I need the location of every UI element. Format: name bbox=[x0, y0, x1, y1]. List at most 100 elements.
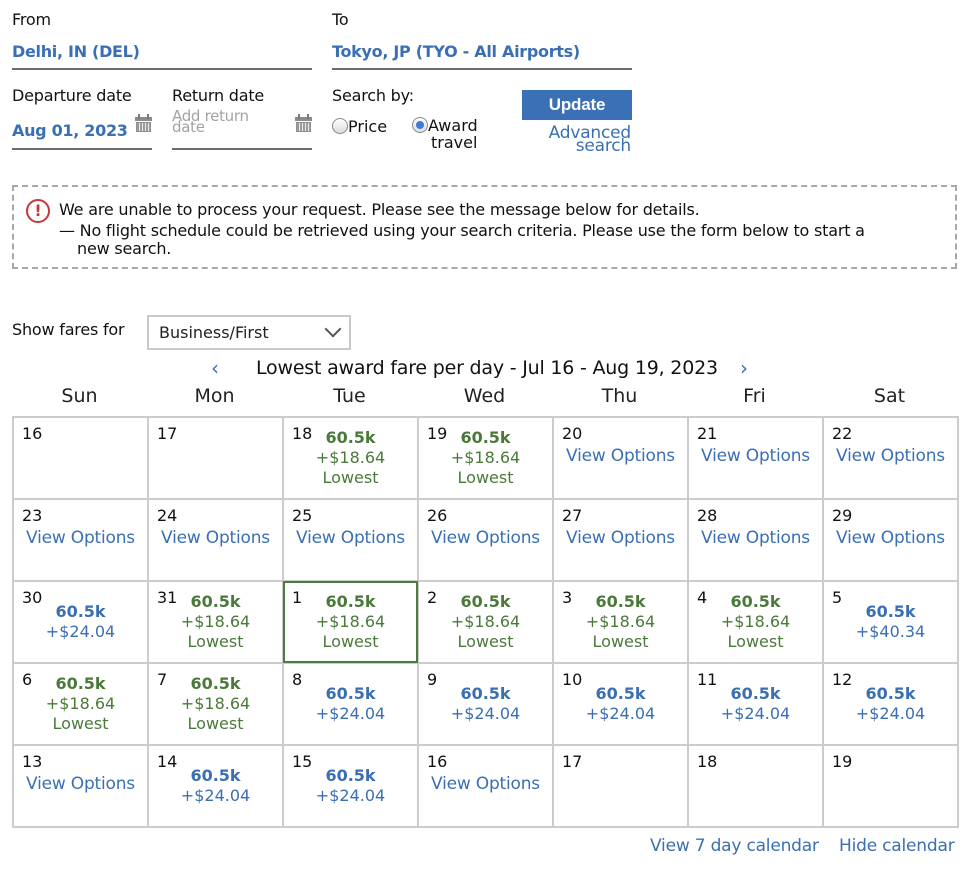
hide-calendar-link[interactable]: Hide calendar bbox=[839, 836, 955, 856]
alert-message: We are unable to process your request. P… bbox=[59, 200, 700, 219]
award-fare[interactable]: 60.5k +$24.04 bbox=[14, 602, 147, 642]
lowest-fare[interactable]: 60.5k +$18.64 Lowest bbox=[689, 592, 822, 652]
view-options-link[interactable]: View Options bbox=[419, 774, 552, 794]
show-fares-label: Show fares for bbox=[12, 320, 125, 339]
calendar-day-cell[interactable]: 25 View Options bbox=[282, 498, 419, 582]
calendar-day-cell[interactable]: 4 60.5k +$18.64 Lowest bbox=[687, 580, 824, 664]
calendar-day-cell[interactable]: 16 View Options bbox=[417, 744, 554, 828]
view-options-link[interactable]: View Options bbox=[284, 528, 417, 548]
lowest-fare[interactable]: 60.5k +$18.64 Lowest bbox=[419, 592, 552, 652]
lowest-fare[interactable]: 60.5k +$18.64 Lowest bbox=[284, 428, 417, 488]
calendar-week-row: 13 View Options 14 60.5k +$24.04 15 60.5k +$24.… bbox=[12, 744, 959, 828]
calendar-day-cell[interactable]: 14 60.5k +$24.04 bbox=[147, 744, 284, 828]
calendar-day-cell[interactable]: 15 60.5k +$24.04 bbox=[282, 744, 419, 828]
award-fare[interactable]: 60.5k +$24.04 bbox=[284, 766, 417, 806]
award-travel-radio[interactable] bbox=[412, 117, 428, 133]
view-options-link[interactable]: View Options bbox=[149, 528, 282, 548]
return-calendar-icon[interactable] bbox=[295, 114, 312, 132]
fare-tax: +$24.04 bbox=[855, 704, 926, 723]
weekday-tue: Tue bbox=[333, 385, 366, 407]
return-date-field[interactable]: Add return date bbox=[172, 109, 312, 150]
fare-tax: +$24.04 bbox=[585, 704, 656, 723]
view-options-link[interactable]: View Options bbox=[14, 774, 147, 794]
calendar-day-cell[interactable]: 8 60.5k +$24.04 bbox=[282, 662, 419, 746]
view-options-link[interactable]: View Options bbox=[689, 446, 822, 466]
calendar-day-cell[interactable]: 9 60.5k +$24.04 bbox=[417, 662, 554, 746]
day-number: 29 bbox=[832, 506, 853, 525]
fare-points: 60.5k bbox=[460, 684, 511, 703]
departure-date-label: Departure date bbox=[12, 86, 132, 105]
weekday-fri: Fri bbox=[743, 385, 766, 407]
lowest-fare[interactable]: 60.5k +$18.64 Lowest bbox=[284, 592, 417, 652]
view-options-link[interactable]: View Options bbox=[554, 528, 687, 548]
search-by-price-option[interactable]: Price bbox=[332, 117, 387, 136]
lowest-tag: Lowest bbox=[322, 632, 379, 651]
lowest-fare[interactable]: 60.5k +$18.64 Lowest bbox=[554, 592, 687, 652]
calendar-day-cell[interactable]: 7 60.5k +$18.64 Lowest bbox=[147, 662, 284, 746]
lowest-tag: Lowest bbox=[457, 468, 514, 487]
calendar-week-row: 6 60.5k +$18.64 Lowest 7 60.5k +$18.64 Lowest 8 6… bbox=[12, 662, 959, 746]
view-options-link[interactable]: View Options bbox=[419, 528, 552, 548]
view-options-link[interactable]: View Options bbox=[554, 446, 687, 466]
award-fare[interactable]: 60.5k +$24.04 bbox=[689, 684, 822, 724]
award-fare[interactable]: 60.5k +$24.04 bbox=[284, 684, 417, 724]
view-options-link[interactable]: View Options bbox=[14, 528, 147, 548]
update-button[interactable]: Update bbox=[522, 90, 632, 120]
from-field[interactable]: Delhi, IN (DEL) bbox=[12, 40, 312, 70]
fare-points: 60.5k bbox=[190, 592, 241, 611]
award-fare[interactable]: 60.5k +$40.34 bbox=[824, 602, 957, 642]
prev-month-button[interactable]: ‹ bbox=[211, 356, 219, 380]
calendar-day-cell[interactable]: 6 60.5k +$18.64 Lowest bbox=[12, 662, 149, 746]
calendar-day-cell[interactable]: 28 View Options bbox=[687, 498, 824, 582]
fare-points: 60.5k bbox=[325, 428, 376, 447]
calendar-day-cell[interactable]: 12 60.5k +$24.04 bbox=[822, 662, 959, 746]
view-options-link[interactable]: View Options bbox=[824, 446, 957, 466]
calendar-day-cell[interactable]: 21 View Options bbox=[687, 416, 824, 500]
advanced-search-link[interactable]: Advanced search bbox=[522, 125, 632, 155]
calendar-day-cell[interactable]: 10 60.5k +$24.04 bbox=[552, 662, 689, 746]
lowest-fare[interactable]: 60.5k +$18.64 Lowest bbox=[149, 674, 282, 734]
award-fare[interactable]: 60.5k +$24.04 bbox=[824, 684, 957, 724]
search-by-award-option[interactable]: Award travel bbox=[412, 117, 478, 151]
award-fare[interactable]: 60.5k +$24.04 bbox=[419, 684, 552, 724]
calendar-day-cell[interactable]: 13 View Options bbox=[12, 744, 149, 828]
calendar-day-cell[interactable]: 27 View Options bbox=[552, 498, 689, 582]
weekday-wed: Wed bbox=[463, 385, 506, 407]
award-fare[interactable]: 60.5k +$24.04 bbox=[149, 766, 282, 806]
fare-tax: +$18.64 bbox=[585, 612, 656, 631]
calendar-day-cell[interactable]: 19 60.5k +$18.64 Lowest bbox=[417, 416, 554, 500]
award-fare[interactable]: 60.5k +$24.04 bbox=[554, 684, 687, 724]
calendar-day-cell[interactable]: 20 View Options bbox=[552, 416, 689, 500]
calendar-day-cell[interactable]: 18 60.5k +$18.64 Lowest bbox=[282, 416, 419, 500]
calendar-day-cell[interactable]: 22 View Options bbox=[822, 416, 959, 500]
calendar-day-cell[interactable]: 3 60.5k +$18.64 Lowest bbox=[552, 580, 689, 664]
calendar-day-cell[interactable]: 23 View Options bbox=[12, 498, 149, 582]
day-number: 17 bbox=[562, 752, 583, 771]
lowest-tag: Lowest bbox=[187, 632, 244, 651]
departure-date-field[interactable]: Aug 01, 2023 bbox=[12, 112, 152, 150]
calendar-day-cell[interactable]: 24 View Options bbox=[147, 498, 284, 582]
from-label: From bbox=[12, 10, 51, 29]
fare-tax: +$18.64 bbox=[45, 694, 116, 713]
calendar-day-cell[interactable]: 5 60.5k +$40.34 bbox=[822, 580, 959, 664]
calendar-day-cell[interactable]: 11 60.5k +$24.04 bbox=[687, 662, 824, 746]
next-month-button[interactable]: › bbox=[740, 356, 748, 380]
lowest-tag: Lowest bbox=[727, 632, 784, 651]
view-options-link[interactable]: View Options bbox=[689, 528, 822, 548]
view-7-day-calendar-link[interactable]: View 7 day calendar bbox=[650, 836, 819, 856]
calendar-day-cell[interactable]: 2 60.5k +$18.64 Lowest bbox=[417, 580, 554, 664]
price-radio[interactable] bbox=[332, 118, 348, 134]
calendar-day-cell[interactable]: 26 View Options bbox=[417, 498, 554, 582]
calendar-day-cell[interactable]: 31 60.5k +$18.64 Lowest bbox=[147, 580, 284, 664]
departure-calendar-icon[interactable] bbox=[135, 114, 152, 132]
calendar-day-cell[interactable]: 1 60.5k +$18.64 Lowest bbox=[282, 580, 419, 664]
calendar-day-cell[interactable]: 29 View Options bbox=[822, 498, 959, 582]
lowest-fare[interactable]: 60.5k +$18.64 Lowest bbox=[419, 428, 552, 488]
lowest-fare[interactable]: 60.5k +$18.64 Lowest bbox=[149, 592, 282, 652]
view-options-link[interactable]: View Options bbox=[824, 528, 957, 548]
alert-detail-line1: — No flight schedule could be retrieved … bbox=[59, 221, 865, 240]
calendar-day-cell[interactable]: 30 60.5k +$24.04 bbox=[12, 580, 149, 664]
to-field[interactable]: Tokyo, JP (TYO - All Airports) bbox=[332, 40, 632, 70]
lowest-fare[interactable]: 60.5k +$18.64 Lowest bbox=[14, 674, 147, 734]
fare-class-select[interactable]: Business/First bbox=[147, 315, 351, 350]
